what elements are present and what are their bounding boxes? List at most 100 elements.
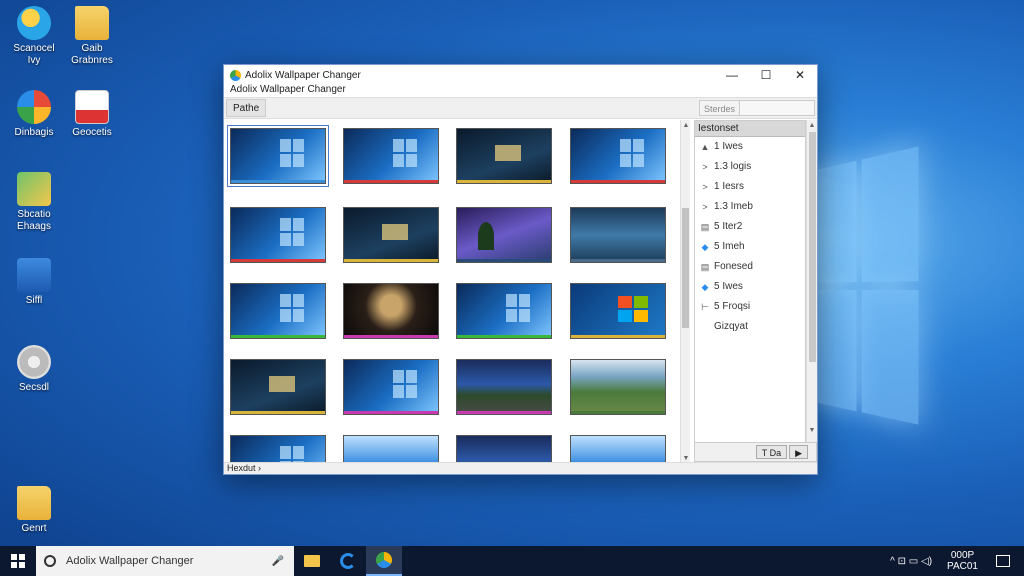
windows-logo-icon — [11, 554, 25, 568]
thumbnail-color-stripe — [344, 335, 438, 338]
folder-item-icon: ▤ — [700, 222, 710, 232]
file-explorer-taskbar-button[interactable] — [294, 546, 330, 576]
folder-list: ▲ 1 Iwes >1.3 logis >1 Iesrs >1.3 Imeb ▤ 5 Ite… — [695, 137, 805, 337]
folder-list-item[interactable]: ⊢ 5 Froqsi — [695, 297, 805, 317]
notification-icon[interactable] — [996, 555, 1010, 567]
thumbnail-color-stripe — [344, 411, 438, 414]
folder-item-label: 1.3 Imeb — [714, 201, 753, 212]
folder-item-label: 5 Imeh — [714, 241, 745, 252]
scroll-down-arrow[interactable]: ▼ — [681, 455, 691, 462]
tab-pathe[interactable]: Pathe — [226, 99, 267, 117]
thumbnail-color-stripe — [344, 259, 438, 262]
folder-list-item[interactable]: ▤ Fonesed — [695, 257, 805, 277]
edge-taskbar-button[interactable] — [330, 546, 366, 576]
folder-panel-header: Iestonset — [695, 121, 805, 137]
wallpaper-grid — [224, 120, 684, 464]
desktop-icon-label: Siffl — [25, 295, 43, 306]
adolix-app-icon — [230, 69, 241, 81]
tray-icons[interactable]: ^ ⊡ ▭ ◁) — [890, 556, 932, 567]
panel-action-button[interactable]: T Da — [755, 445, 788, 459]
wallpaper-thumbnail[interactable] — [570, 207, 666, 263]
folder-item-icon: ⊢ — [701, 302, 709, 312]
close-button[interactable]: ✕ — [783, 65, 817, 85]
desktop-icon[interactable]: Sbcatio Ehaags — [4, 172, 64, 233]
search-input[interactable] — [739, 100, 815, 116]
taskbar-search-box[interactable]: Adolix Wallpaper Changer 🎤 — [36, 546, 294, 576]
folder-item-label: 5 Iwes — [714, 281, 743, 292]
thumbnail-color-stripe — [231, 411, 325, 414]
thumbnail-color-stripe — [571, 180, 665, 183]
folder-list-item[interactable]: ▲ 1 Iwes — [695, 137, 805, 157]
wallpaper-thumbnail[interactable] — [456, 207, 552, 263]
wallpaper-thumbnail[interactable] — [456, 435, 552, 464]
folder-item-label: 5 Iter2 — [714, 221, 743, 232]
search-label: Sterdes — [698, 100, 739, 116]
grid-scrollbar[interactable]: ▲ ▼ — [680, 120, 690, 464]
wallpaper-thumbnail[interactable] — [456, 283, 552, 339]
wallpaper-thumbnail[interactable] — [570, 128, 666, 184]
folder-list-item[interactable]: ◆ 5 Imeh — [695, 237, 805, 257]
folder-list-item[interactable]: >1.3 logis — [695, 157, 805, 177]
folder-list-item[interactable]: >1 Iesrs — [695, 177, 805, 197]
wallpaper-thumbnail[interactable] — [570, 359, 666, 415]
scroll-up-arrow[interactable]: ▲ — [681, 122, 691, 129]
wallpaper-thumbnail[interactable] — [570, 435, 666, 464]
wallpaper-thumbnail[interactable] — [343, 128, 439, 184]
start-button[interactable] — [0, 546, 36, 576]
wallpaper-thumbnail[interactable] — [230, 283, 326, 339]
panel-scroll-thumb[interactable] — [809, 132, 816, 362]
edge-icon — [340, 553, 356, 569]
folder-list-item[interactable]: ▤ 5 Iter2 — [695, 217, 805, 237]
desktop-icon[interactable]: Dinbagis — [4, 90, 64, 139]
folder-item-icon: ▲ — [700, 142, 710, 152]
folder-item-icon: > — [702, 182, 708, 192]
wallpaper-thumbnail[interactable] — [343, 207, 439, 263]
maximize-button[interactable]: ☐ — [749, 65, 783, 85]
folder-icon — [75, 6, 109, 40]
panel-scroll-up-arrow[interactable]: ▲ — [807, 122, 817, 129]
folder-panel-scrollbar[interactable]: ▲ ▼ — [806, 120, 817, 458]
diamond-icon: ◆ — [701, 242, 709, 252]
grid-scroll-thumb[interactable] — [682, 208, 689, 328]
document-icon — [75, 90, 109, 124]
clock[interactable]: 000P PAC01 — [947, 550, 978, 572]
wallpaper-thumbnail[interactable] — [227, 125, 329, 187]
wallpaper-thumbnail[interactable] — [456, 128, 552, 184]
wallpaper-thumbnail[interactable] — [343, 435, 439, 464]
system-tray: ^ ⊡ ▭ ◁) 000P PAC01 — [885, 546, 1024, 576]
wallpaper-thumbnail[interactable] — [230, 359, 326, 415]
desktop-icon[interactable]: Siffl — [4, 258, 64, 307]
wallpaper-changer-window[interactable]: Adolix Wallpaper Changer — ☐ ✕ Adolix Wa… — [223, 64, 818, 475]
wallpaper-thumbnail[interactable] — [456, 359, 552, 415]
window-subtitle: Adolix Wallpaper Changer — [230, 84, 346, 95]
desktop-icon[interactable]: Scanocel Ivy — [4, 6, 64, 67]
thumbnail-color-stripe — [571, 259, 665, 262]
taskbar: Adolix Wallpaper Changer 🎤 ^ ⊡ ▭ ◁) 000P… — [0, 546, 1024, 576]
thumbnail-color-stripe — [344, 180, 438, 183]
thumbnail-color-stripe — [571, 411, 665, 414]
folder-list-item[interactable]: Gizqyat — [695, 317, 805, 337]
toolbar: Pathe Sterdes — [224, 97, 817, 119]
title-bar[interactable]: Adolix Wallpaper Changer — ☐ ✕ — [224, 65, 817, 85]
wallpaper-thumbnail[interactable] — [230, 435, 326, 464]
minimize-button[interactable]: — — [715, 65, 749, 85]
thumbnail-color-stripe — [231, 180, 325, 183]
microphone-icon[interactable]: 🎤 — [272, 556, 284, 567]
panel-scroll-down-arrow[interactable]: ▼ — [807, 427, 817, 434]
thumbnail-color-stripe — [457, 411, 551, 414]
wallpaper-thumbnail[interactable] — [343, 283, 439, 339]
desktop-icon[interactable]: Geocetis — [62, 90, 122, 139]
adolix-taskbar-button[interactable] — [366, 546, 402, 576]
wallpaper-thumbnail[interactable] — [343, 359, 439, 415]
folder-item-label: 1.3 logis — [714, 161, 752, 172]
desktop-icon[interactable]: Genrt — [4, 486, 64, 535]
wallpaper-thumbnail[interactable] — [230, 207, 326, 263]
wallpaper-thumbnail[interactable] — [570, 283, 666, 339]
desktop-icon[interactable]: Secsdl — [4, 345, 64, 394]
folder-list-item[interactable]: ◆ 5 Iwes — [695, 277, 805, 297]
panel-play-button[interactable]: ▶ — [789, 445, 808, 459]
desktop-icon[interactable]: Gaib Grabnres — [62, 6, 122, 67]
folder-list-item[interactable]: >1.3 Imeb — [695, 197, 805, 217]
clock-time: 000P — [950, 550, 975, 561]
desktop-icon-label: Scanocel Ivy — [13, 43, 55, 66]
